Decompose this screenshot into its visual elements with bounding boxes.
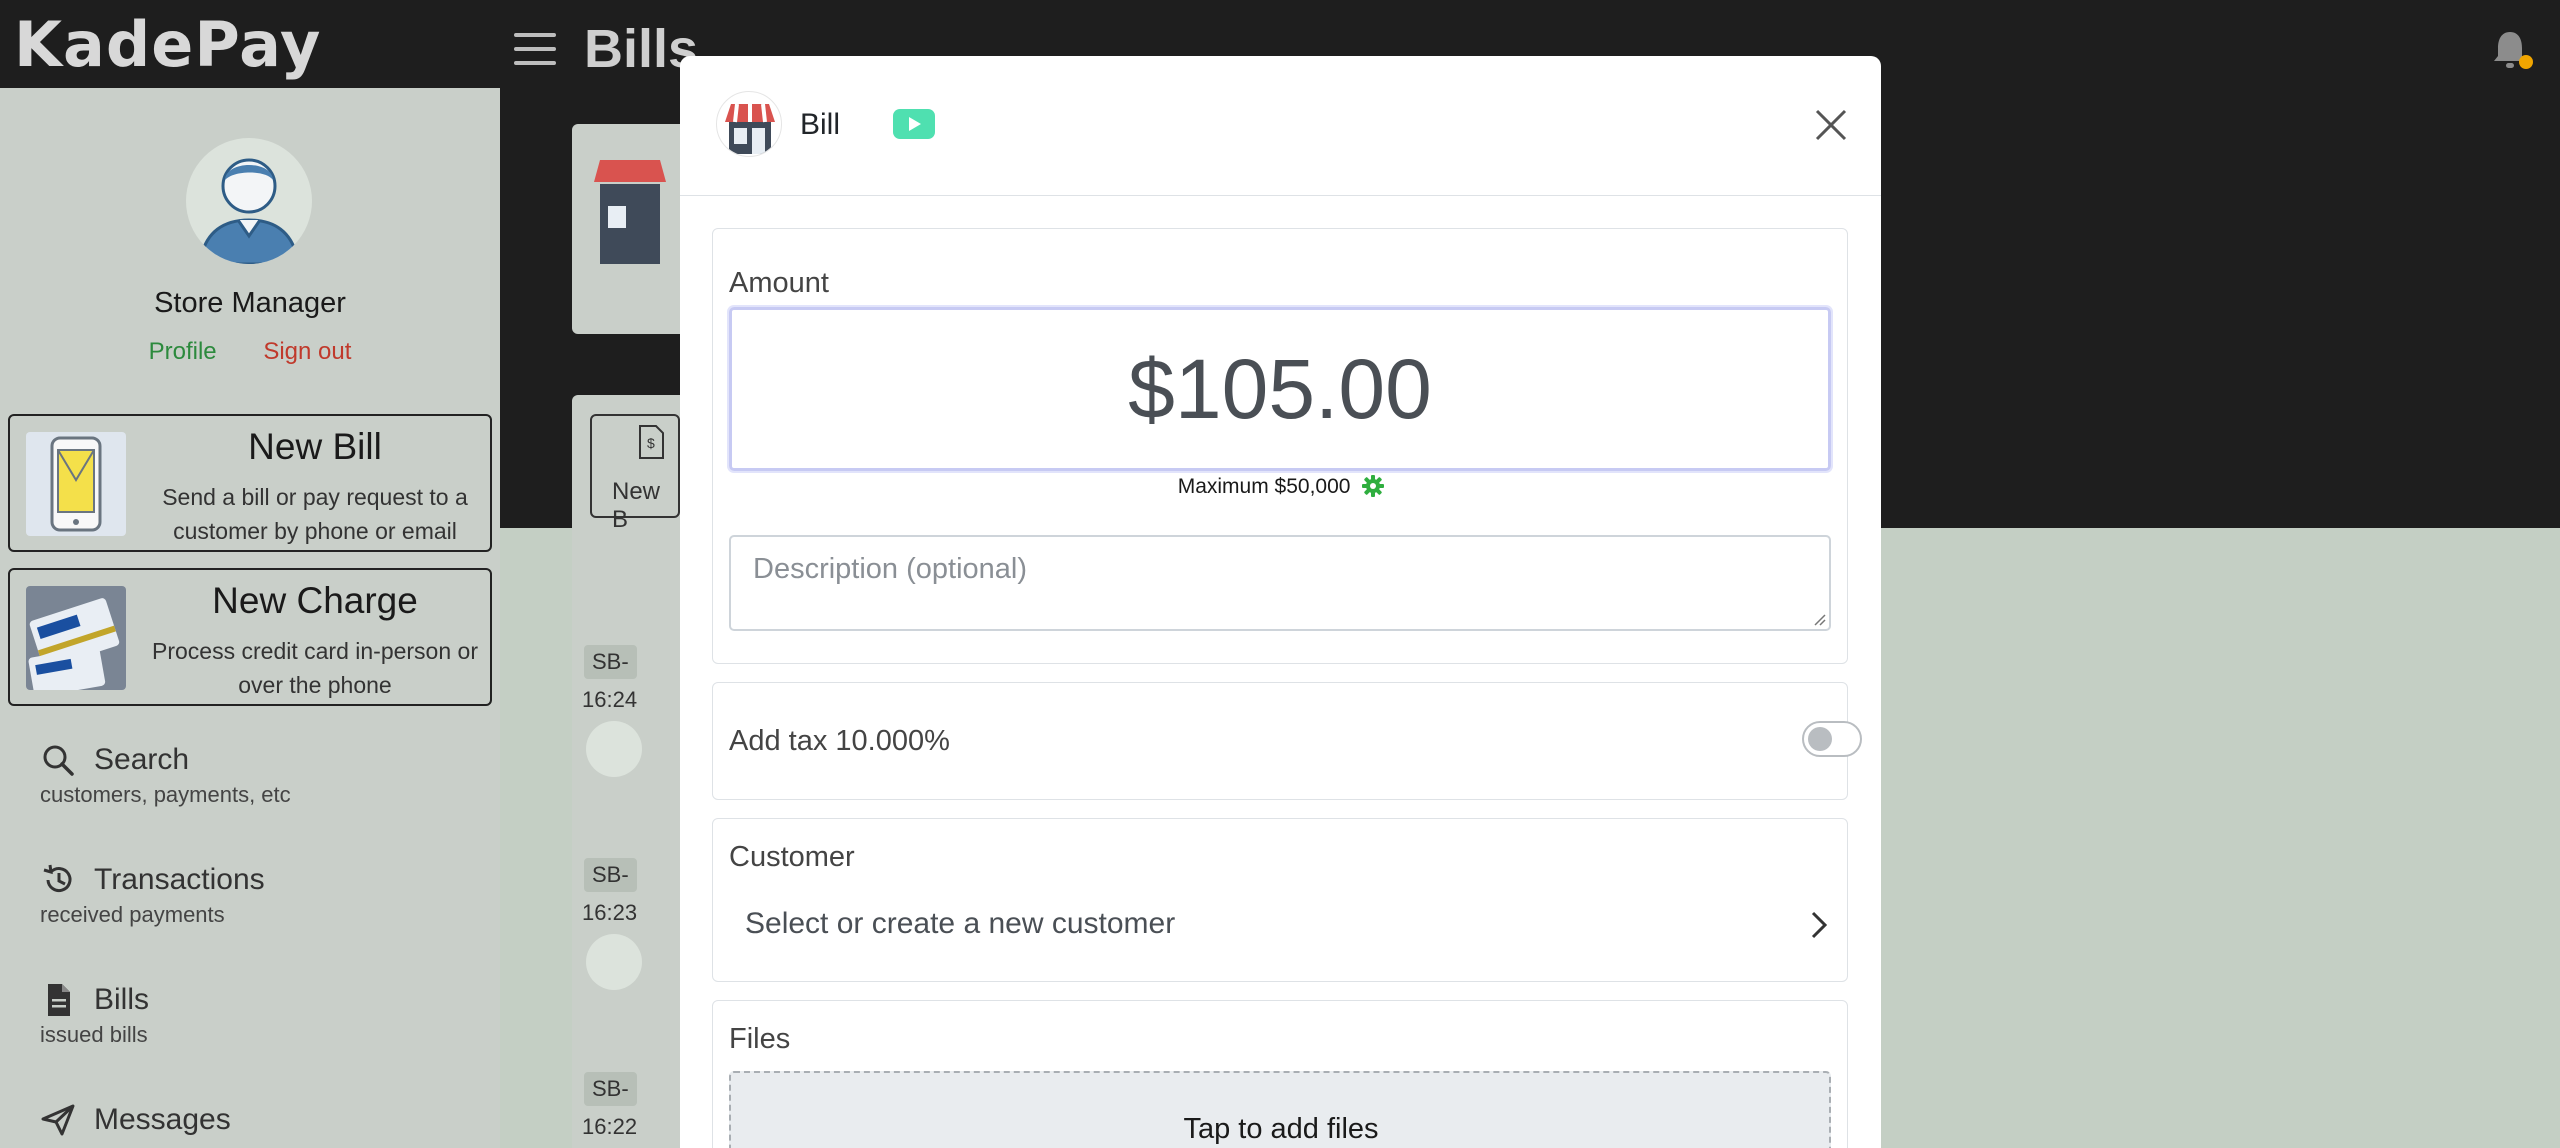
bill-id-tag: SB- xyxy=(584,858,637,892)
customer-label: Customer xyxy=(729,841,855,873)
bill-row[interactable]: SB- 16:24 xyxy=(572,645,692,777)
svg-text:$: $ xyxy=(647,435,655,451)
bill-time: 16:24 xyxy=(582,687,638,712)
app-logo[interactable]: KadePay xyxy=(14,8,321,81)
video-tutorial-play-icon[interactable] xyxy=(893,109,935,139)
customer-avatar xyxy=(586,721,642,777)
close-icon[interactable] xyxy=(1812,106,1850,144)
amount-label: Amount xyxy=(729,267,829,299)
bill-id-tag: SB- xyxy=(584,1072,637,1106)
modal-title: Bill xyxy=(800,108,841,141)
files-label: Files xyxy=(729,1023,791,1055)
new-bill-tile-background[interactable]: $ New B xyxy=(590,414,680,533)
file-dropzone-text: Tap to add files xyxy=(1183,1113,1379,1145)
notification-bell-icon[interactable] xyxy=(2490,26,2534,72)
sidebar: Store Manager Profile Sign out New Bill … xyxy=(0,88,500,1148)
user-name: Store Manager xyxy=(154,287,346,319)
new-bill-tile-label: New B xyxy=(612,478,661,533)
sidebar-item-sub: customers, payments, etc xyxy=(40,782,291,807)
profile-link[interactable]: Profile xyxy=(149,338,217,365)
tax-toggle[interactable] xyxy=(1802,721,1862,757)
tax-label: Add tax 10.000% xyxy=(729,725,950,757)
sidebar-item-bills[interactable]: Bills issued bills xyxy=(40,982,480,1048)
file-dropzone[interactable]: Tap to add files xyxy=(729,1071,1831,1148)
hamburger-menu-icon[interactable] xyxy=(514,33,556,65)
sidebar-item-sub: received payments xyxy=(40,902,225,927)
maximum-note: Maximum $50,000 xyxy=(713,475,1849,499)
document-icon xyxy=(48,984,70,1016)
customer-section[interactable]: Customer Select or create a new customer xyxy=(712,818,1848,982)
store-icon xyxy=(716,91,782,157)
tax-section: Add tax 10.000% xyxy=(712,682,1862,800)
bill-time: 16:22 xyxy=(582,1114,638,1139)
new-bill-desc: Send a bill or pay request to a customer… xyxy=(162,484,468,544)
sidebar-item-label: Search xyxy=(94,743,190,776)
bill-id-tag: SB- xyxy=(584,645,637,679)
sidebar-item-label: Bills xyxy=(94,983,150,1016)
history-icon xyxy=(43,864,72,893)
description-input[interactable]: Description (optional) xyxy=(729,535,1831,631)
description-placeholder: Description (optional) xyxy=(753,553,1028,585)
chevron-right-icon[interactable] xyxy=(1808,909,1830,941)
search-icon xyxy=(43,745,74,776)
new-bill-title: New Bill xyxy=(248,426,382,467)
user-avatar[interactable] xyxy=(186,138,312,264)
send-icon xyxy=(41,1104,75,1136)
new-bill-button[interactable]: New Bill Send a bill or pay request to a… xyxy=(8,414,492,552)
new-charge-title: New Charge xyxy=(212,580,418,621)
bill-row[interactable]: SB- 16:23 xyxy=(572,858,692,990)
credit-card-icon xyxy=(26,586,126,690)
customer-select[interactable]: Select or create a new customer xyxy=(745,907,1175,941)
sidebar-item-label: Transactions xyxy=(94,863,265,896)
store-card-background xyxy=(572,124,692,334)
gear-icon[interactable] xyxy=(1362,475,1385,497)
sidebar-item-transactions[interactable]: Transactions received payments xyxy=(40,862,480,928)
resize-grip-icon[interactable] xyxy=(1812,612,1826,626)
sidebar-item-sub: issued bills xyxy=(40,1022,148,1047)
sidebar-item-search[interactable]: Search customers, payments, etc xyxy=(40,742,480,808)
sign-out-link[interactable]: Sign out xyxy=(263,338,351,365)
bill-time: 16:23 xyxy=(582,900,638,925)
files-section: Files Tap to add files xyxy=(712,1000,1848,1148)
bill-modal: Bill Amount $105.00 Maximum $50,000 Desc… xyxy=(680,56,1881,1148)
customer-avatar xyxy=(586,934,642,990)
amount-section: Amount $105.00 Maximum $50,000 Descripti… xyxy=(712,228,1848,664)
sidebar-item-label: Messages xyxy=(94,1103,231,1136)
phone-mail-icon xyxy=(26,432,126,536)
new-charge-desc: Process credit card in-person or over th… xyxy=(152,638,478,698)
user-links: Profile Sign out xyxy=(0,338,500,366)
sidebar-item-messages[interactable]: Messages xyxy=(40,1102,480,1138)
new-charge-button[interactable]: New Charge Process credit card in-person… xyxy=(8,568,492,706)
amount-input[interactable]: $105.00 xyxy=(729,307,1831,471)
modal-header: Bill xyxy=(680,56,1881,196)
maximum-note-text: Maximum $50,000 xyxy=(1177,475,1351,498)
bill-row[interactable]: SB- 16:22 xyxy=(572,1072,692,1140)
